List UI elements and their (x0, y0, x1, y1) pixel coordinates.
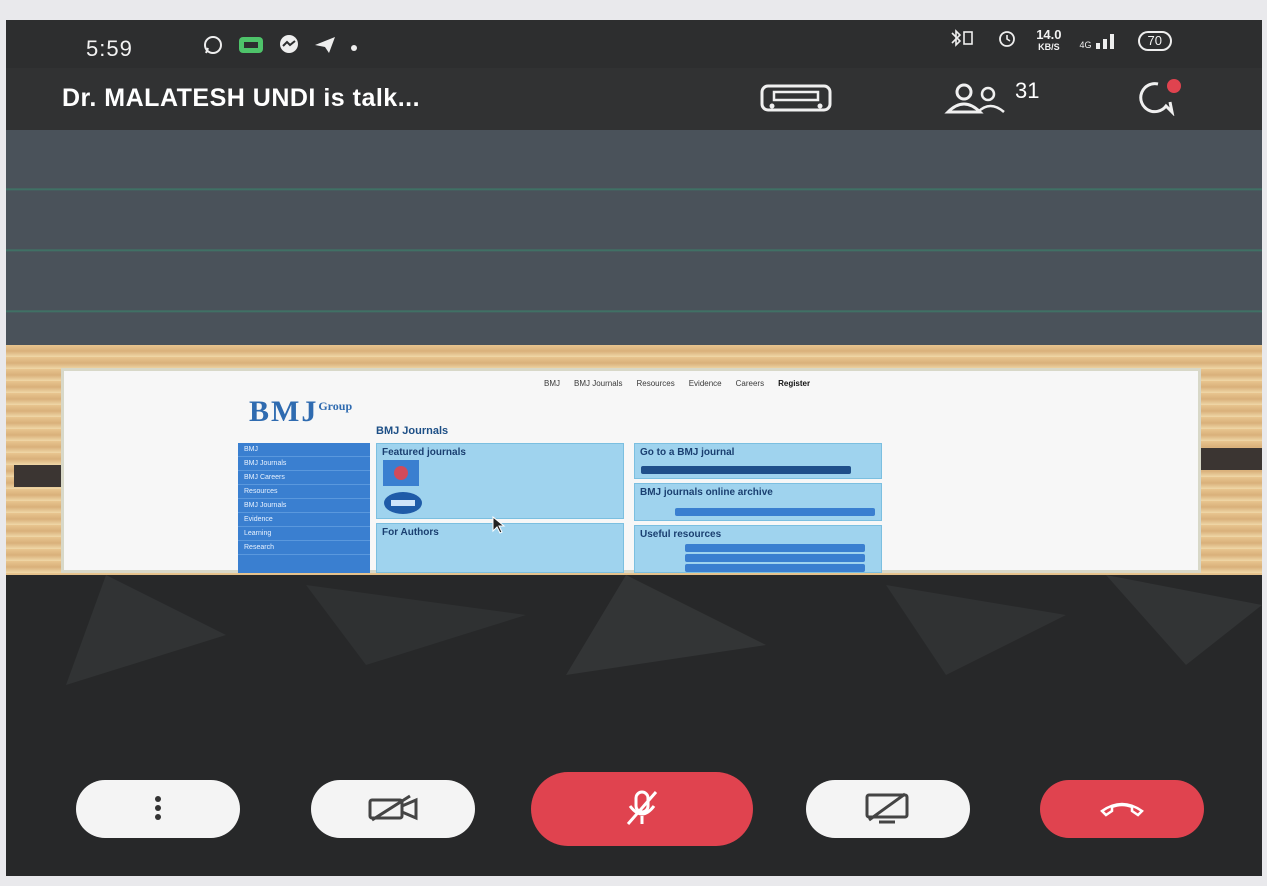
journal-logo-icon (383, 491, 423, 520)
notification-icons (202, 34, 358, 61)
archive-panel: BMJ journals online archive (634, 483, 882, 521)
go-to-journal-panel: Go to a BMJ journal (634, 443, 882, 479)
more-options-button[interactable] (76, 780, 240, 838)
panel-title: Featured journals (382, 447, 466, 458)
useful-resources-panel: Useful resources (634, 525, 882, 573)
bmj-sidebar-item[interactable]: Learning (238, 527, 370, 541)
mic-off-icon (620, 786, 664, 833)
bmj-sidebar: BMJ BMJ Journals BMJ Careers Resources B… (238, 443, 370, 573)
status-time: 5:59 (86, 36, 133, 61)
video-area-top (6, 130, 1262, 345)
bmj-sidebar-item[interactable]: BMJ Careers (238, 471, 370, 485)
network-speed-unit: KB/S (1038, 41, 1060, 52)
car-mode-icon[interactable] (758, 80, 834, 121)
call-controls (6, 772, 1262, 870)
bmj-sidebar-item[interactable]: Research (238, 541, 370, 555)
call-title: Dr. MALATESH UNDI is talk... (62, 84, 421, 112)
panel-title: BMJ journals online archive (640, 487, 773, 498)
more-notifications-dot (350, 39, 358, 57)
bmj-logo-text: BMJ (249, 395, 319, 428)
chat-icon[interactable] (1124, 78, 1188, 121)
bmj-tab[interactable]: BMJ Journals (574, 379, 622, 388)
signal-icon: 4G (1080, 32, 1120, 50)
bmj-heading: BMJ Journals (376, 425, 449, 437)
share-screen-button[interactable] (806, 780, 970, 838)
bmj-sidebar-item[interactable]: BMJ Journals (238, 457, 370, 471)
status-right-icons: 14.0 KB/S 4G 70 (948, 28, 1172, 53)
video-off-icon (366, 794, 420, 825)
video-toggle-button[interactable] (311, 780, 475, 838)
end-call-button[interactable] (1040, 780, 1204, 838)
panel-title: Useful resources (640, 529, 722, 540)
network-speed-value: 14.0 (1036, 26, 1062, 42)
shared-screen[interactable]: BMJ BMJ Journals Resources Evidence Care… (61, 368, 1201, 573)
status-bar: 5:59 14.0 KB/S 4G 70 (6, 20, 1262, 68)
bmj-sidebar-item[interactable]: Evidence (238, 513, 370, 527)
bmj-sidebar-item[interactable]: BMJ Journals (238, 499, 370, 513)
battery-indicator: 70 (1137, 30, 1172, 51)
messenger-icon (278, 34, 300, 61)
bmj-sidebar-item[interactable]: Resources (238, 485, 370, 499)
more-vertical-icon (153, 795, 163, 824)
bmj-tab[interactable]: Resources (636, 379, 674, 388)
journal-thumbnail-icon (383, 460, 419, 491)
resource-link[interactable] (685, 554, 865, 562)
bmj-tab[interactable]: BMJ (544, 379, 560, 388)
featured-journals-panel: Featured journals (376, 443, 624, 519)
screen-share-off-icon (861, 792, 915, 827)
archive-button[interactable] (675, 508, 875, 516)
resource-link[interactable] (685, 544, 865, 552)
message-icon (238, 35, 264, 60)
alarm-icon (996, 28, 1018, 53)
whatsapp-icon (202, 34, 224, 61)
bmj-logo: BMJGroup (249, 395, 352, 429)
bmj-tab[interactable]: Careers (736, 379, 764, 388)
bmj-sidebar-item[interactable]: BMJ (238, 443, 370, 457)
participants-count: 31 (1015, 78, 1040, 103)
mouse-cursor-icon (492, 515, 506, 539)
network-speed: 14.0 KB/S (1036, 26, 1062, 53)
participants-icon[interactable] (942, 82, 1012, 121)
network-type: 4G (1079, 39, 1092, 50)
bmj-tab[interactable]: Evidence (689, 379, 722, 388)
bluetooth-vibrate-icon (948, 29, 978, 52)
call-header: Dr. MALATESH UNDI is talk... 31 (6, 68, 1262, 130)
bmj-logo-suffix: Group (318, 399, 353, 413)
panel-title: Go to a BMJ journal (640, 447, 735, 458)
mute-button[interactable] (531, 772, 753, 846)
telegram-icon (314, 35, 336, 60)
background-pattern (66, 575, 1262, 685)
hang-up-icon (1098, 797, 1146, 822)
journal-select[interactable] (641, 466, 851, 474)
bmj-top-tabs: BMJ BMJ Journals Resources Evidence Care… (544, 379, 810, 388)
resource-link[interactable] (685, 564, 865, 572)
bmj-tab[interactable]: Register (778, 379, 810, 388)
phone-screen: 5:59 14.0 KB/S 4G 70 Dr. MALATESH UNDI i… (6, 20, 1262, 876)
